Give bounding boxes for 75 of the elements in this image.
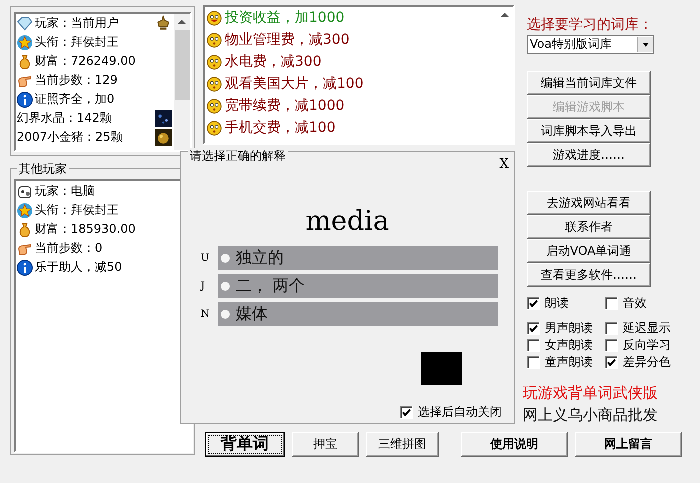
promo-link[interactable]: 玩游戏背单词武侠版 bbox=[523, 384, 690, 403]
dialog-title: 请选择正确的解释 bbox=[188, 148, 288, 165]
tool-button[interactable]: 词库脚本导入导出 bbox=[527, 119, 651, 143]
tool-button[interactable]: 编辑当前词库文件 bbox=[527, 71, 651, 95]
shortcut-key: N bbox=[201, 308, 209, 320]
quiz-word: media bbox=[304, 206, 390, 239]
event-text: 水电费，减300 bbox=[225, 53, 322, 71]
answer-option[interactable]: 二， 两个 bbox=[218, 274, 498, 298]
dropdown-arrow-icon bbox=[642, 42, 648, 46]
checkmark-icon bbox=[528, 322, 539, 334]
action-button[interactable]: 三维拼图 bbox=[366, 432, 439, 457]
player-stat: 证照齐全，加0 bbox=[35, 91, 116, 108]
event-text: 投资收益，加1000 bbox=[225, 9, 345, 27]
player-stat: 当前步数：129 bbox=[35, 72, 119, 89]
close-button[interactable]: X bbox=[498, 157, 511, 172]
auto-close-checkbox[interactable]: 选择后自动关闭 bbox=[400, 404, 502, 420]
setting-checkbox[interactable]: 差异分色 bbox=[605, 354, 683, 370]
setting-checkbox[interactable]: 音效 bbox=[605, 295, 683, 311]
setting-checkbox[interactable]: 朗读 bbox=[527, 295, 605, 311]
action-button[interactable]: 背单词 bbox=[205, 432, 285, 457]
star-badge-icon bbox=[17, 34, 33, 50]
answer-option[interactable]: 独立的 bbox=[218, 246, 498, 270]
player-stat: 头衔：拜侯封王 bbox=[35, 202, 120, 219]
answer-option[interactable]: 媒体 bbox=[218, 302, 498, 326]
action-button[interactable]: 网上留言 bbox=[575, 432, 682, 457]
smiley-icon bbox=[207, 120, 222, 136]
smiley-icon bbox=[207, 10, 222, 26]
player-stat: 头衔：拜侯封王 bbox=[35, 34, 120, 51]
event-text: 观看美国大片，减100 bbox=[225, 75, 364, 93]
action-button[interactable]: 使用说明 bbox=[461, 432, 568, 457]
shortcut-key: J bbox=[201, 280, 209, 292]
preview-box bbox=[421, 352, 462, 385]
setting-checkbox[interactable]: 童声朗读 bbox=[527, 354, 605, 370]
diamond-icon bbox=[17, 16, 33, 32]
oil-lamp-icon bbox=[155, 15, 172, 32]
library-dropdown[interactable]: Voa特别版词库 bbox=[527, 35, 654, 54]
link-button[interactable]: 去游戏网站看看 bbox=[527, 191, 651, 215]
link-button[interactable]: 联系作者 bbox=[527, 215, 651, 239]
scroll-up-icon[interactable] bbox=[501, 13, 509, 17]
event-text: 宽带续费，减1000 bbox=[225, 97, 345, 115]
player-stat: 玩家：当前用户 bbox=[35, 15, 120, 32]
library-label: 选择要学习的词库： bbox=[527, 16, 654, 34]
info-icon bbox=[17, 260, 33, 276]
player-stat: 玩家：电脑 bbox=[35, 183, 96, 200]
link-button[interactable]: 启动VOA单词通 bbox=[527, 239, 651, 263]
checkmark-icon bbox=[606, 356, 617, 368]
smiley-icon bbox=[207, 76, 222, 92]
event-text: 物业管理费，减300 bbox=[225, 31, 350, 49]
player-stat: 财富：185930.00 bbox=[35, 221, 137, 238]
smiley-icon bbox=[207, 98, 222, 114]
money-bag-icon bbox=[17, 54, 33, 70]
player-stat: 2007小金猪：25颗 bbox=[17, 129, 124, 146]
event-text: 手机交费，减100 bbox=[225, 119, 336, 137]
money-bag-icon bbox=[17, 222, 33, 238]
promo-link[interactable]: 网上义乌小商品批发 bbox=[523, 406, 690, 425]
player-stat: 幻界水晶：142颗 bbox=[17, 110, 113, 127]
setting-checkbox[interactable]: 女声朗读 bbox=[527, 337, 605, 353]
player-stat: 财富：726249.00 bbox=[35, 53, 137, 70]
checkmark-icon bbox=[528, 298, 539, 308]
smiley-icon bbox=[207, 32, 222, 48]
checkmark-icon bbox=[401, 406, 412, 418]
group-title: 其他玩家 bbox=[17, 161, 69, 178]
shortcut-key: U bbox=[201, 252, 209, 264]
action-button[interactable]: 押宝 bbox=[292, 432, 359, 457]
tool-button[interactable]: 游戏进度…… bbox=[527, 143, 651, 167]
setting-checkbox[interactable]: 反向学习 bbox=[605, 337, 683, 353]
setting-checkbox[interactable]: 男声朗读 bbox=[527, 320, 605, 336]
setting-checkbox[interactable]: 延迟显示 bbox=[605, 320, 683, 336]
star-badge-icon bbox=[17, 202, 33, 218]
player-stat: 乐于助人，减50 bbox=[35, 259, 124, 276]
player-stat: 当前步数：0 bbox=[35, 240, 104, 257]
scrollbar[interactable] bbox=[174, 14, 190, 150]
smiley-icon bbox=[207, 54, 222, 70]
link-button[interactable]: 查看更多软件…… bbox=[527, 263, 651, 287]
info-icon bbox=[17, 92, 33, 108]
